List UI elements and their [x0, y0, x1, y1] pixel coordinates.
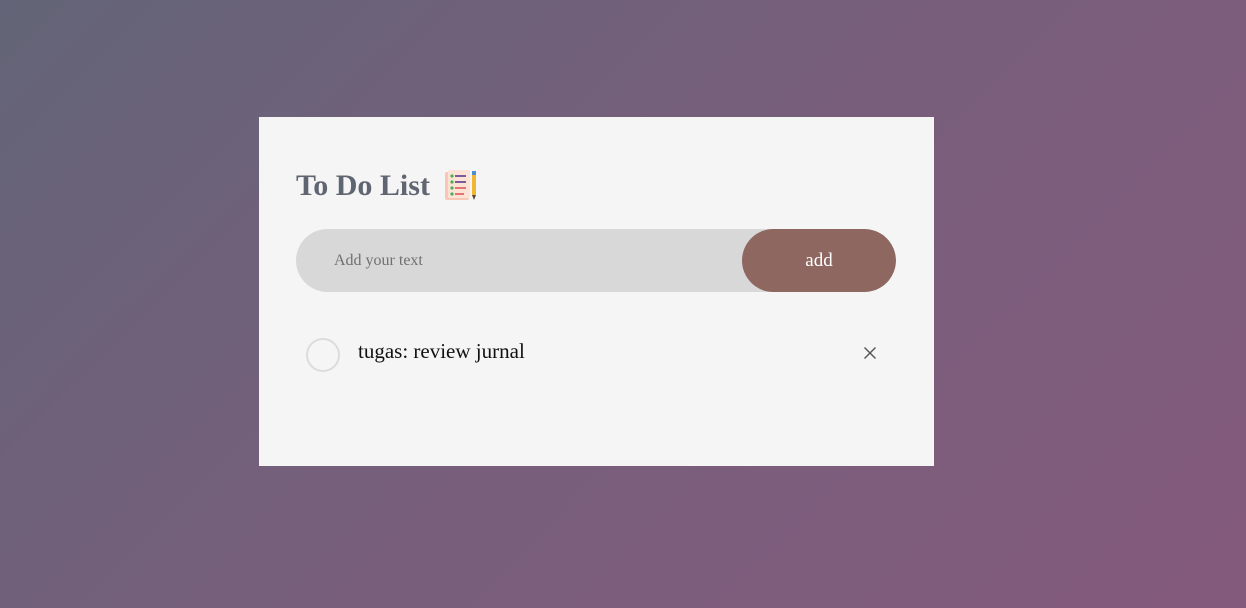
task-list: tugas: review jurnal	[296, 327, 896, 383]
add-task-row: add	[296, 229, 896, 292]
task-text: tugas: review jurnal	[358, 339, 525, 363]
app-title-text: To Do List	[296, 169, 430, 202]
checklist-notepad-icon	[442, 169, 478, 203]
empty-circle-icon[interactable]	[306, 338, 340, 372]
task-input[interactable]	[296, 229, 736, 292]
close-x-icon[interactable]	[858, 341, 882, 365]
add-button[interactable]: add	[742, 229, 896, 292]
task-item[interactable]: tugas: review jurnal	[296, 327, 896, 383]
todo-card: To Do List add tug	[259, 117, 934, 466]
app-title: To Do List	[296, 168, 478, 204]
